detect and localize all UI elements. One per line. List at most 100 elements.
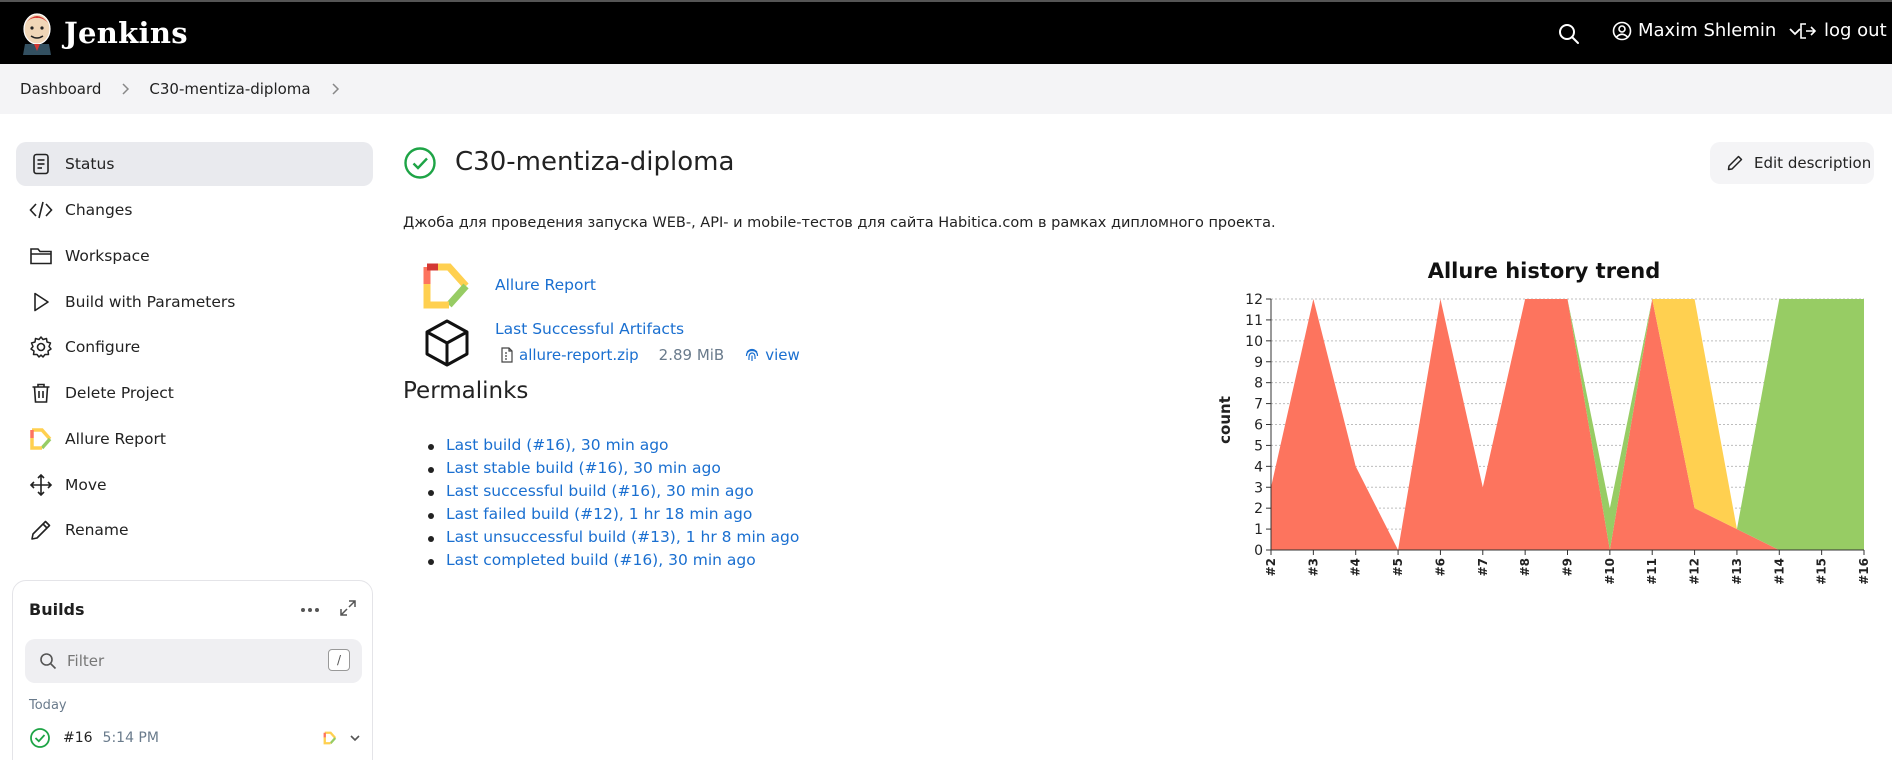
chart-y-tick-label: 8 <box>1254 376 1263 392</box>
breadcrumb-dashboard[interactable]: Dashboard <box>20 80 101 98</box>
allure-history-trend-chart[interactable]: Allure history trend count 0123456789101… <box>1210 250 1892 590</box>
permalink-last-build[interactable]: Last build (#16), 30 min ago <box>446 436 669 454</box>
sidebar-item-label: Workspace <box>65 247 150 265</box>
jenkins-logo-icon <box>23 13 51 55</box>
allure-logo-icon <box>423 263 469 309</box>
sidebar-item-allure-report[interactable]: Allure Report <box>16 417 373 461</box>
pencil-icon <box>1727 155 1743 171</box>
chart-y-tick-label: 2 <box>1254 501 1263 517</box>
builds-filter-input[interactable] <box>67 650 297 672</box>
expand-icon[interactable] <box>339 599 357 617</box>
list-item: Last successful build (#16), 30 min ago <box>424 482 799 505</box>
package-icon <box>425 319 469 367</box>
user-icon <box>1612 21 1632 40</box>
chart-y-tick-label: 4 <box>1254 459 1263 475</box>
chart-x-tick-label: #7 <box>1476 558 1490 576</box>
list-item: Last completed build (#16), 30 min ago <box>424 551 799 574</box>
status-icon <box>33 153 49 175</box>
pencil-icon <box>31 520 51 540</box>
breadcrumb: Dashboard C30-mentiza-diploma <box>0 64 1892 114</box>
chevron-right-icon[interactable] <box>329 83 341 95</box>
chart-x-tick-label: #9 <box>1561 558 1575 576</box>
filter-shortcut-key: / <box>328 649 350 671</box>
builds-filter: / <box>25 639 362 683</box>
list-item: Last stable build (#16), 30 min ago <box>424 459 799 482</box>
sidebar-item-label: Move <box>65 476 107 494</box>
chart-x-tick-label: #6 <box>1433 558 1447 576</box>
sidebar-item-changes[interactable]: Changes <box>16 188 373 232</box>
chart-y-tick-label: 1 <box>1254 522 1263 538</box>
sidebar-item-status[interactable]: Status <box>16 142 373 186</box>
sidebar-item-rename[interactable]: Rename <box>16 508 373 552</box>
code-icon <box>29 201 53 219</box>
builds-group-label: Today <box>29 698 67 713</box>
chart-x-tick-label: #13 <box>1730 558 1744 585</box>
sidebar-item-configure[interactable]: Configure <box>16 325 373 369</box>
permalink-last-failed-build[interactable]: Last failed build (#12), 1 hr 18 min ago <box>446 505 752 523</box>
chart-x-tick-label: #14 <box>1772 558 1786 585</box>
chart-y-tick-label: 12 <box>1245 292 1263 308</box>
sidebar-item-delete-project[interactable]: Delete Project <box>16 371 373 415</box>
sidebar-item-move[interactable]: Move <box>16 463 373 507</box>
sidebar-item-label: Delete Project <box>65 384 174 402</box>
chart-y-tick-label: 0 <box>1254 543 1263 559</box>
artifact-row: allure-report.zip 2.89 MiB view <box>500 346 800 364</box>
permalink-last-successful-build[interactable]: Last successful build (#16), 30 min ago <box>446 482 754 500</box>
list-item: Last unsuccessful build (#13), 1 hr 8 mi… <box>424 528 799 551</box>
chart-x-tick-label: #16 <box>1857 558 1871 585</box>
chart-y-tick-label: 5 <box>1254 438 1263 454</box>
sidebar-item-label: Build with Parameters <box>65 293 236 311</box>
build-row[interactable]: #16 5:14 PM <box>29 724 361 752</box>
chart-y-tick-label: 10 <box>1245 334 1263 350</box>
permalink-last-stable-build[interactable]: Last stable build (#16), 30 min ago <box>446 459 721 477</box>
play-icon <box>34 292 49 312</box>
more-options-icon[interactable] <box>299 603 321 617</box>
move-icon <box>29 473 53 497</box>
chart-y-tick-label: 7 <box>1254 397 1263 413</box>
chart-y-tick-label: 11 <box>1245 313 1263 329</box>
chart-x-tick-label: #15 <box>1815 558 1829 585</box>
chevron-down-icon[interactable] <box>349 732 361 744</box>
chart-title: Allure history trend <box>1428 259 1661 283</box>
allure-icon[interactable] <box>323 730 337 746</box>
build-number[interactable]: #16 <box>63 730 93 746</box>
edit-description-button[interactable]: Edit description <box>1710 142 1874 184</box>
sidebar-item-build-with-parameters[interactable]: Build with Parameters <box>16 280 373 324</box>
builds-panel: Builds / Today #16 5:14 PM <box>12 580 373 760</box>
search-icon[interactable] <box>1558 23 1580 45</box>
logout-link[interactable]: log out <box>1798 20 1887 41</box>
chart-x-tick-label: #3 <box>1306 558 1320 576</box>
sidebar-item-label: Allure Report <box>65 430 166 448</box>
allure-icon <box>30 428 52 450</box>
user-menu[interactable]: Maxim Shlemin <box>1612 20 1802 41</box>
logout-icon <box>1800 22 1817 39</box>
last-successful-artifacts-link[interactable]: Last Successful Artifacts <box>495 320 684 338</box>
top-bar: Jenkins Maxim Shlemin log out <box>0 0 1892 64</box>
job-status-success-icon <box>404 147 436 179</box>
trash-icon <box>32 383 50 403</box>
artifact-file-link[interactable]: allure-report.zip <box>519 346 639 364</box>
allure-report-link[interactable]: Allure Report <box>495 276 596 294</box>
search-icon <box>40 653 57 670</box>
artifact-size: 2.89 MiB <box>658 346 725 364</box>
permalink-last-completed-build[interactable]: Last completed build (#16), 30 min ago <box>446 551 756 569</box>
chart-x-tick-label: #11 <box>1645 558 1659 585</box>
chart-x-tick-label: #5 <box>1391 558 1405 576</box>
permalinks-list: Last build (#16), 30 min ago Last stable… <box>424 436 799 574</box>
success-check-icon <box>30 728 50 748</box>
chart-x-tick-label: #2 <box>1264 558 1278 576</box>
breadcrumb-job[interactable]: C30-mentiza-diploma <box>149 80 310 98</box>
chart-x-tick-label: #12 <box>1688 558 1702 585</box>
list-item: Last build (#16), 30 min ago <box>424 436 799 459</box>
permalinks-title: Permalinks <box>403 378 529 404</box>
brand-name: Jenkins <box>64 16 188 50</box>
logout-label: log out <box>1824 20 1887 41</box>
folder-icon <box>30 248 52 265</box>
sidebar-item-workspace[interactable]: Workspace <box>16 234 373 278</box>
job-description: Джоба для проведения запуска WEB-, API- … <box>403 215 1276 231</box>
chart-x-tick-label: #8 <box>1518 558 1532 576</box>
gear-icon <box>30 336 52 358</box>
artifact-view-link[interactable]: view <box>765 346 800 364</box>
jenkins-home-link[interactable]: Jenkins <box>20 11 188 55</box>
permalink-last-unsuccessful-build[interactable]: Last unsuccessful build (#13), 1 hr 8 mi… <box>446 528 799 546</box>
